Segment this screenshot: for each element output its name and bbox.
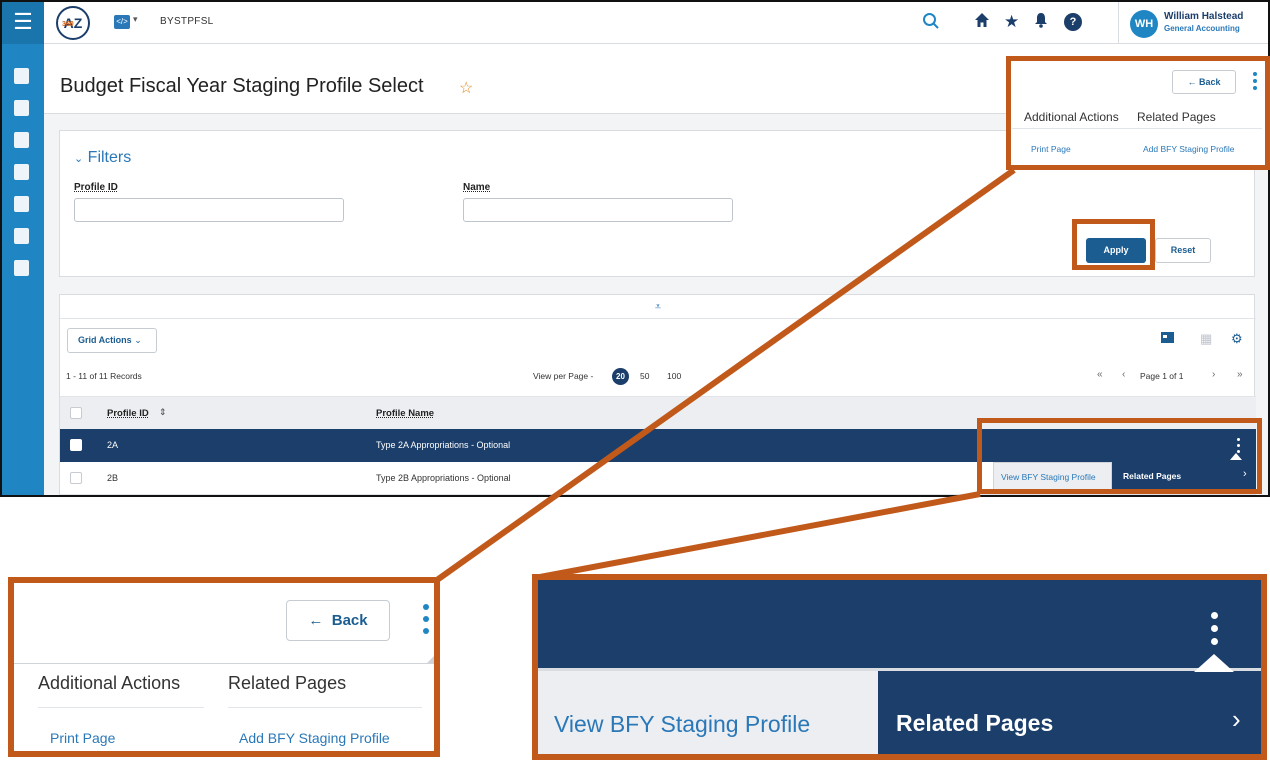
menu-top-border	[14, 663, 434, 664]
zoom-row-menu: View BFY Staging Profile Related Pages ›	[532, 574, 1267, 760]
add-bfy-staging-profile-link-zoomed[interactable]: Add BFY Staging Profile	[239, 730, 390, 746]
view-bfy-staging-profile-item-zoomed[interactable]: View BFY Staging Profile	[538, 671, 878, 754]
additional-actions-heading-zoomed: Additional Actions	[38, 673, 181, 693]
zoom-header-menu: ← Back Additional Actions Related Pages …	[8, 577, 440, 757]
more-actions-icon[interactable]	[420, 602, 432, 638]
related-pages-heading-zoomed: Related Pages	[228, 673, 347, 693]
view-profile-label-zoomed: View BFY Staging Profile	[554, 711, 811, 737]
print-page-link-zoomed[interactable]: Print Page	[50, 730, 115, 746]
divider	[228, 707, 422, 708]
back-button-zoomed[interactable]: ← Back	[286, 600, 390, 641]
menu-pointer	[1194, 654, 1234, 672]
stage: ☰ AZ 360 </> ▾ BYSTPFSL ★ ? WH William H…	[0, 0, 1270, 761]
back-label-zoomed: Back	[331, 612, 368, 629]
related-pages-label-zoomed[interactable]: Related Pages	[896, 710, 1053, 737]
arrow-left-icon: ←	[308, 612, 324, 629]
more-actions-icon[interactable]	[1208, 610, 1222, 648]
menu-pointer	[427, 655, 434, 663]
chevron-right-icon[interactable]: ›	[1232, 704, 1241, 735]
divider	[38, 707, 204, 708]
